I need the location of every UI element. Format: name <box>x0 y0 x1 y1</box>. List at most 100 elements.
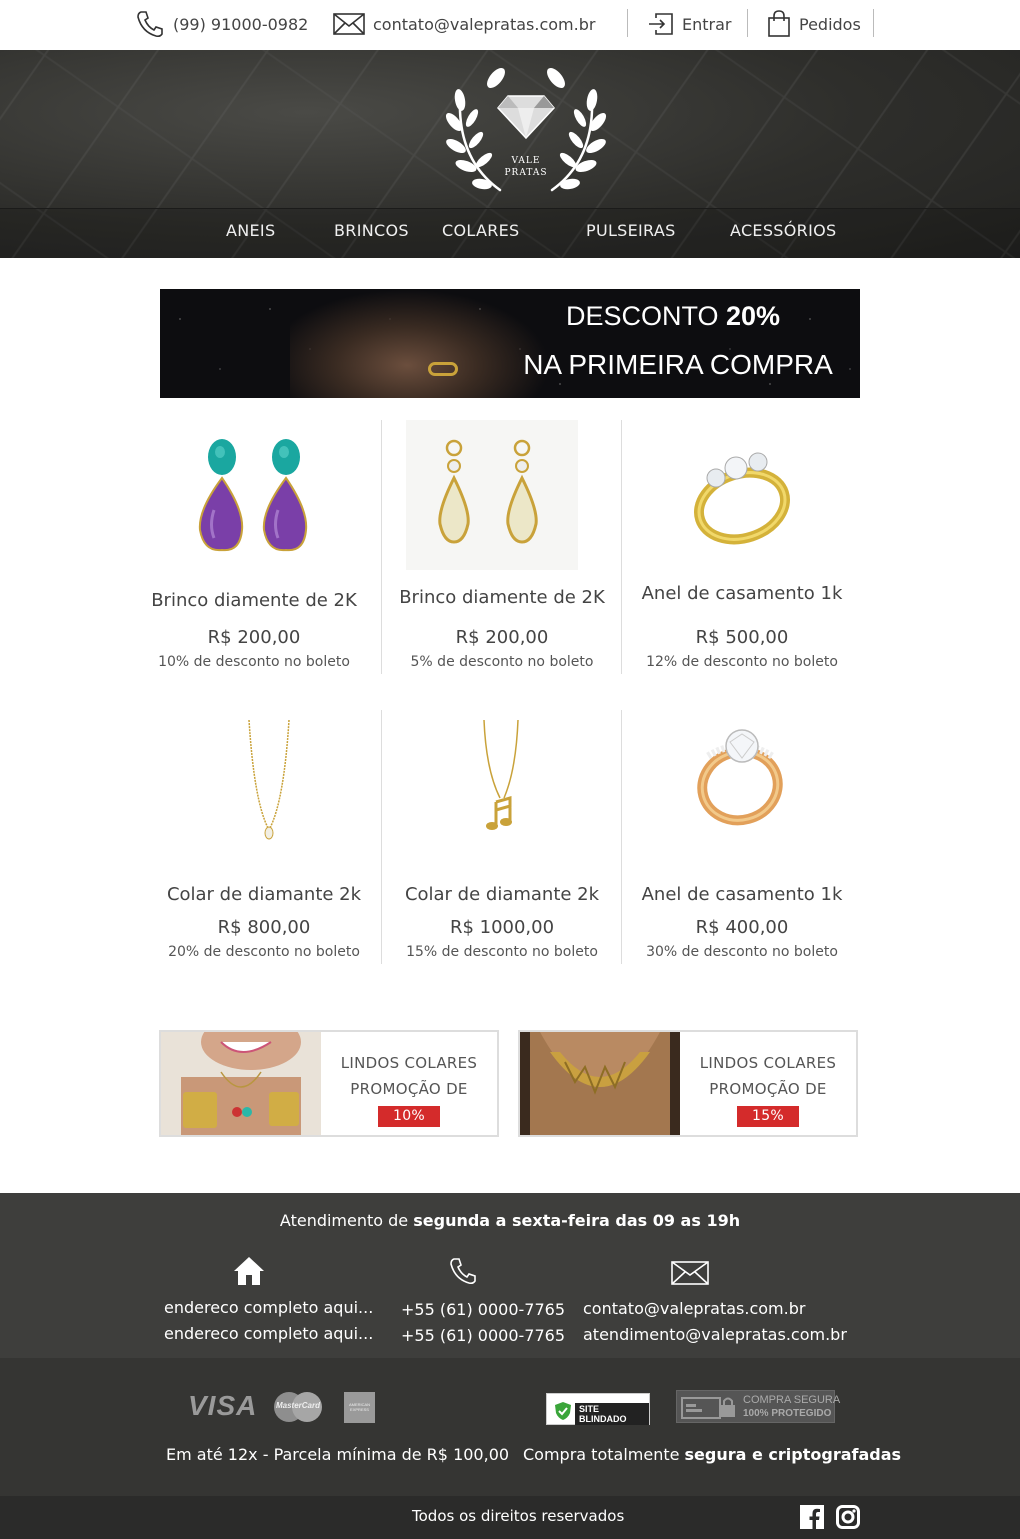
email-line[interactable]: contato@valepratas.com.br <box>583 1299 805 1318</box>
phone-line[interactable]: +55 (61) 0000-7765 <box>401 1326 565 1345</box>
product-price: R$ 200,00 <box>455 627 549 648</box>
product-price: R$ 400,00 <box>695 917 789 938</box>
promo-card[interactable]: LINDOS COLARES PROMOÇÃO DE 15% <box>518 1030 858 1137</box>
nav-brincos[interactable]: BRINCOS <box>334 221 409 240</box>
hours-prefix: Atendimento de <box>279 1211 414 1230</box>
promo-banner[interactable]: DESCONTO 20% NA PRIMEIRA COMPRA <box>160 289 860 398</box>
laurel-diamond-icon <box>445 68 607 192</box>
logo[interactable]: VALE PRATAS <box>438 60 614 200</box>
security-prefix: Compra totalmente <box>523 1445 685 1464</box>
promo-badge: 15% <box>736 1106 800 1127</box>
mail-icon <box>333 13 365 35</box>
nav-colares[interactable]: COLARES <box>442 221 519 240</box>
amex-logo: AMERICAN EXPRESS <box>344 1392 375 1423</box>
phone-contact[interactable]: (99) 91000-0982 <box>135 0 308 48</box>
header: VALE PRATAS ANEIS BRINCOS COLARES PULSEI… <box>0 50 1020 258</box>
mastercard-text: MasterCard <box>275 1401 320 1410</box>
divider <box>873 9 874 37</box>
bracelet-image <box>428 362 458 376</box>
site-blindado-badge[interactable]: SITE BLINDADO <box>546 1393 650 1425</box>
gold-collar-model-photo <box>520 1032 680 1135</box>
email-text: contato@valepratas.com.br <box>373 14 596 34</box>
secure-purchase-badge[interactable]: COMPRA SEGURA 100% PROTEGIDO <box>676 1390 840 1423</box>
promo-text: LINDOS COLARES PROMOÇÃO DE 15% <box>680 1050 856 1128</box>
promo-card[interactable]: LINDOS COLARES PROMOÇÃO DE 10% <box>159 1030 499 1137</box>
phone-line[interactable]: +55 (61) 0000-7765 <box>401 1300 565 1319</box>
footer-bottom: Todos os direitos reservados <box>0 1496 1020 1539</box>
visa-logo: VISA <box>188 1390 258 1421</box>
footer-payment: VISA MasterCard AMERICAN EXPRESS Em até … <box>0 1358 1020 1496</box>
top-bar: (99) 91000-0982 contato@valepratas.com.b… <box>0 0 1020 50</box>
banner-hand-photo <box>290 289 550 398</box>
security-bold: segura e criptografadas <box>684 1445 902 1464</box>
gold-ring-icon <box>694 452 790 545</box>
orders-link[interactable]: Pedidos <box>767 0 861 48</box>
bracelets-model-photo <box>161 1032 321 1135</box>
footer-contact: Atendimento de segunda a sexta-feira das… <box>0 1193 1020 1358</box>
security-text: Compra totalmente segura e criptografada… <box>523 1445 901 1464</box>
secure-text-1: COMPRA SEGURA <box>743 1394 841 1406</box>
home-icon <box>234 1257 264 1285</box>
shopping-bag-icon <box>768 10 790 37</box>
blindado-text: SITE BLINDADO <box>575 1403 649 1425</box>
secure-text-2: 100% PROTEGIDO <box>743 1408 832 1419</box>
phone-icon <box>450 1258 476 1285</box>
phone-text: (99) 91000-0982 <box>173 14 309 34</box>
amethyst-earrings-icon <box>198 439 308 552</box>
product-discount: 20% de desconto no boleto <box>168 944 360 960</box>
copyright: Todos os direitos reservados <box>412 1507 625 1525</box>
mastercard-logo: MasterCard <box>274 1392 322 1422</box>
product-discount: 12% de desconto no boleto <box>646 654 838 670</box>
email-line[interactable]: atendimento@valepratas.com.br <box>583 1325 847 1344</box>
email-contact[interactable]: contato@valepratas.com.br <box>333 0 595 48</box>
pendant-necklace-icon <box>248 720 290 840</box>
product-price: R$ 1000,00 <box>449 917 555 938</box>
product-name: Anel de casamento 1k <box>641 583 843 604</box>
banner-discount-value: 20% <box>725 301 781 331</box>
product-price: R$ 200,00 <box>207 627 301 648</box>
product-price: R$ 500,00 <box>695 627 789 648</box>
product-name: Brinco diamente de 2K <box>399 587 605 608</box>
rose-gold-ring-icon <box>697 729 783 826</box>
instagram-icon[interactable] <box>836 1505 860 1529</box>
product-name: Colar de diamante 2k <box>166 884 362 905</box>
divider <box>627 9 628 37</box>
shield-icon <box>555 1402 571 1420</box>
hours-days: segunda a sexta-feira das 09 as 19h <box>413 1211 741 1230</box>
amex-text: AMERICAN EXPRESS <box>348 1402 371 1412</box>
product-price: R$ 800,00 <box>217 917 311 938</box>
login-icon <box>649 13 673 35</box>
orders-label: Pedidos <box>799 14 861 34</box>
product-name: Colar de diamante 2k <box>404 884 600 905</box>
installments-text: Em até 12x - Parcela mínima de R$ 100,00 <box>166 1445 510 1464</box>
nav-pulseiras[interactable]: PULSEIRAS <box>586 221 676 240</box>
promo-text: LINDOS COLARES PROMOÇÃO DE 10% <box>321 1050 497 1128</box>
product-discount: 15% de desconto no boleto <box>406 944 598 960</box>
product-name: Brinco diamente de 2K <box>151 590 357 611</box>
product-discount: 10% de desconto no boleto <box>158 654 350 670</box>
credit-card-lock-icon <box>681 1397 735 1419</box>
music-note-necklace-icon <box>483 720 519 830</box>
login-label: Entrar <box>682 14 732 34</box>
mail-icon <box>671 1261 709 1285</box>
banner-headline: DESCONTO 20% <box>563 301 783 332</box>
product-discount: 5% de desconto no boleto <box>410 654 594 670</box>
facebook-icon[interactable] <box>800 1505 824 1529</box>
gold-drop-earrings-icon <box>406 420 578 570</box>
nav-aneis[interactable]: ANEIS <box>226 221 275 240</box>
product-discount: 30% de desconto no boleto <box>646 944 838 960</box>
banner-subline: NA PRIMEIRA COMPRA <box>523 349 833 380</box>
logo-text-1: VALE <box>511 156 541 166</box>
banner-prefix: DESCONTO <box>565 301 726 331</box>
promo-badge: 10% <box>377 1106 441 1127</box>
login-link[interactable]: Entrar <box>648 0 731 48</box>
divider <box>747 9 748 37</box>
promo-line-1: LINDOS COLARES <box>699 1054 837 1072</box>
logo-text-2: PRATAS <box>504 168 548 178</box>
main-nav: ANEIS BRINCOS COLARES PULSEIRAS ACESSÓRI… <box>0 208 1020 258</box>
promo-line-2: PROMOÇÃO DE <box>709 1080 827 1098</box>
product-name: Anel de casamento 1k <box>641 884 843 905</box>
address-line: endereco completo aqui... <box>164 1298 374 1317</box>
nav-acessorios[interactable]: ACESSÓRIOS <box>730 221 836 240</box>
promo-line-1: LINDOS COLARES <box>340 1054 478 1072</box>
